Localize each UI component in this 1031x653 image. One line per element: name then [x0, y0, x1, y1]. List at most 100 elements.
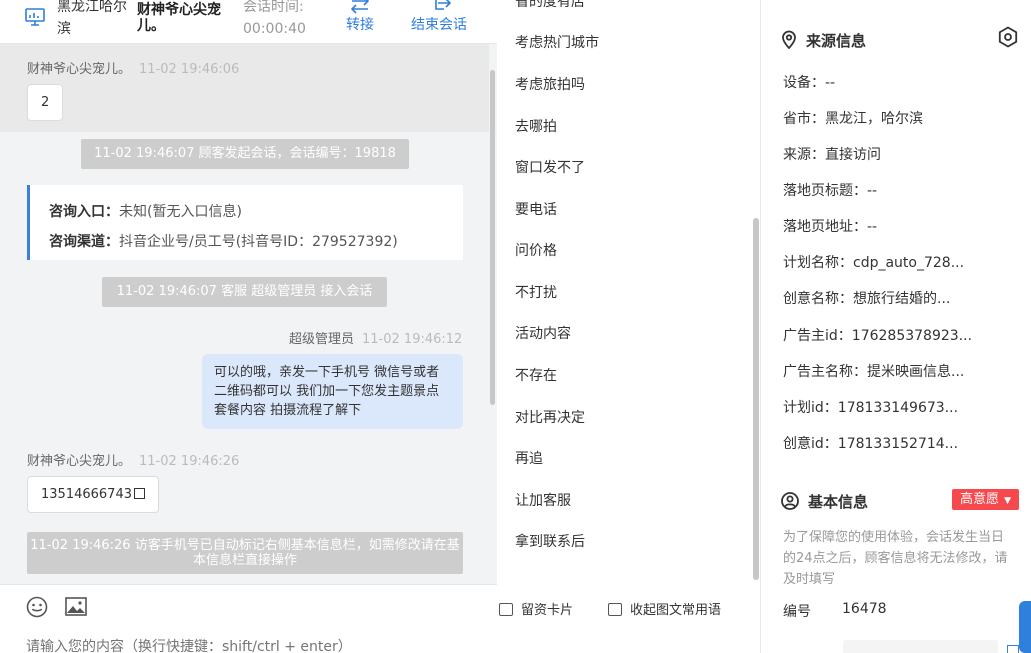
customer-id-value: 16478: [842, 601, 887, 617]
quick-reply-item[interactable]: 要电话: [515, 199, 557, 219]
collapse-phrases-button[interactable]: 收起图文常用语: [608, 599, 721, 618]
end-session-button[interactable]: 结束会话: [408, 0, 470, 36]
field-value: 黑龙江，哈尔滨: [825, 111, 923, 127]
quick-reply-item[interactable]: 窗口发不了: [515, 157, 585, 177]
system-message: 11-02 19:46:26 访客手机号已自动标记右侧基本信息栏，如需修改请在基…: [27, 532, 463, 574]
quick-reply-item[interactable]: 问价格: [515, 240, 557, 260]
quick-reply-item[interactable]: 让加客服: [515, 490, 571, 510]
quick-reply-item[interactable]: 再追: [515, 448, 543, 468]
customer-info-panel: 来源信息 设备：-- 省市：黑龙江，哈尔滨 来源：直接访问 落地页标题：-- 落…: [761, 0, 1031, 653]
field-advertiser-id: 广告主id：176285378923...: [783, 325, 972, 345]
end-session-label: 结束会话: [411, 17, 467, 33]
app-root: 黑龙江哈尔滨 财神爷心尖宠儿。 会话时间: 00:00:40 转接 结束会话 财…: [0, 0, 1031, 653]
consult-entry-value: 未知(暂无入口信息): [119, 204, 242, 220]
field-value: 178133152714...: [837, 436, 959, 452]
floating-side-button[interactable]: [1019, 601, 1031, 653]
basic-info-title: 基本信息: [781, 491, 868, 512]
location-pin-icon: [782, 30, 796, 49]
field-value: --: [867, 219, 878, 235]
field-value: 想旅行结婚的...: [853, 291, 951, 307]
message-time: 11-02 19:46:26: [139, 454, 240, 469]
visitor-location: 黑龙江哈尔滨: [57, 0, 127, 37]
system-message: 11-02 19:46:07 顾客发起会话，会话编号：19818: [81, 139, 409, 169]
field-plan-id: 计划id：178133149673...: [783, 397, 958, 417]
transfer-label: 转接: [346, 17, 374, 33]
session-time-value: 00:00:40: [243, 21, 306, 37]
field-device: 设备：--: [783, 72, 835, 92]
quick-reply-item[interactable]: 去哪拍: [515, 116, 557, 136]
info-input-field[interactable]: [843, 640, 998, 653]
intent-dropdown[interactable]: 高意愿 ▼: [952, 489, 1019, 510]
field-label: 广告主id：: [783, 328, 852, 344]
transfer-icon: [350, 0, 370, 14]
quick-reply-item[interactable]: 不存在: [515, 365, 557, 385]
consult-channel-row: 咨询渠道：抖音企业号/员工号(抖音号ID：279527392): [49, 227, 463, 257]
edit-notice: 为了保障您的使用体验，会话发生当日的24点之后，顾客信息将无法修改，请及时填写: [783, 530, 1008, 587]
message-time: 11-02 19:46:12: [362, 332, 463, 347]
quick-reply-item[interactable]: 不打扰: [515, 282, 557, 302]
message-sender: 财神爷心尖宠儿。 11-02 19:46:06: [27, 58, 239, 77]
settings-icon[interactable]: [997, 26, 1019, 48]
field-value: --: [825, 75, 836, 91]
quick-reply-item[interactable]: 省的度有店: [515, 0, 585, 11]
phone-number: 13514666743: [41, 487, 132, 502]
message-time: 11-02 19:46:06: [139, 62, 240, 77]
consult-entry-label: 咨询入口：: [49, 204, 119, 220]
phrases-icon: [608, 603, 622, 616]
user-icon: [781, 492, 799, 510]
quick-reply-item[interactable]: 考虑热门城市: [515, 32, 599, 52]
message-input[interactable]: [26, 637, 486, 653]
visitor-name: 财神爷心尖宠儿。: [137, 2, 221, 34]
message-card-button[interactable]: 留资卡片: [499, 599, 573, 618]
visitor-message: 2: [27, 84, 64, 121]
field-province-city: 省市：黑龙江，哈尔滨: [783, 108, 923, 128]
sender-name: 财神爷心尖宠儿。: [27, 454, 132, 469]
field-label: 广告主名称：: [783, 364, 867, 380]
emoji-icon[interactable]: [26, 596, 48, 618]
image-icon[interactable]: [65, 597, 87, 616]
transfer-button[interactable]: 转接: [344, 0, 376, 36]
source-info-label: 来源信息: [806, 32, 867, 50]
field-label: 来源：: [783, 147, 825, 163]
session-time: 会话时间: 00:00:40: [243, 0, 306, 40]
quick-reply-panel: 省的度有店 考虑热门城市 考虑旅拍吗 去哪拍 窗口发不了 要电话 问价格 不打扰…: [497, 0, 761, 584]
consult-info-card: 咨询入口：未知(暂无入口信息) 咨询渠道：抖音企业号/员工号(抖音号ID：279…: [27, 185, 463, 260]
copy-icon[interactable]: [133, 488, 145, 499]
message-sender: 超级管理员 11-02 19:46:12: [289, 328, 462, 347]
quick-reply-item[interactable]: 拿到联系后: [515, 531, 585, 551]
system-message: 11-02 19:46:07 客服 超级管理员 接入会话: [102, 277, 387, 307]
field-label: 省市：: [783, 111, 825, 127]
message-card-label: 留资卡片: [521, 603, 574, 618]
consult-channel-value: 抖音企业号/员工号(抖音号ID：279527392): [119, 234, 398, 250]
quick-reply-item[interactable]: 活动内容: [515, 323, 571, 343]
consult-channel-label: 咨询渠道：: [49, 234, 119, 250]
visitor-message: 13514666743: [27, 476, 159, 513]
field-creative-id: 创意id：178133152714...: [783, 433, 958, 453]
field-value: 178133149673...: [837, 400, 959, 416]
field-advertiser-name: 广告主名称：提米映画信息...: [783, 361, 964, 381]
intent-label: 高意愿: [959, 492, 999, 507]
consult-entry-row: 咨询入口：未知(暂无入口信息): [49, 197, 463, 227]
field-plan-name: 计划名称：cdp_auto_728...: [783, 252, 964, 272]
field-value: 直接访问: [825, 147, 881, 163]
field-value: --: [867, 183, 878, 199]
agent-message: 可以的哦，亲发一下手机号 微信号或者二维码都可以 我们加一下您发主题景点 套餐内…: [202, 354, 463, 429]
message-list[interactable]: 财神爷心尖宠儿。 11-02 19:46:06 2 11-02 19:46:07 …: [0, 44, 497, 584]
basic-info-label: 基本信息: [808, 493, 869, 511]
field-value: 176285378923...: [851, 328, 973, 344]
sender-name: 财神爷心尖宠儿。: [27, 62, 132, 77]
edit-icon[interactable]: [1007, 645, 1019, 653]
field-source: 来源：直接访问: [783, 144, 881, 164]
monitor-icon: [25, 8, 45, 26]
quick-reply-item[interactable]: 考虑旅拍吗: [515, 74, 585, 94]
quick-reply-item[interactable]: 对比再决定: [515, 407, 585, 427]
quick-reply-scrollbar[interactable]: [753, 218, 759, 580]
customer-id-label: 编号: [783, 604, 811, 620]
sender-name: 超级管理员: [289, 332, 355, 347]
source-info-title: 来源信息: [781, 30, 866, 51]
field-label: 创意id：: [783, 436, 838, 452]
field-label: 创意名称：: [783, 291, 853, 307]
exit-icon: [435, 0, 452, 10]
chat-scrollbar[interactable]: [490, 70, 495, 405]
field-value: 提米映画信息...: [867, 364, 965, 380]
